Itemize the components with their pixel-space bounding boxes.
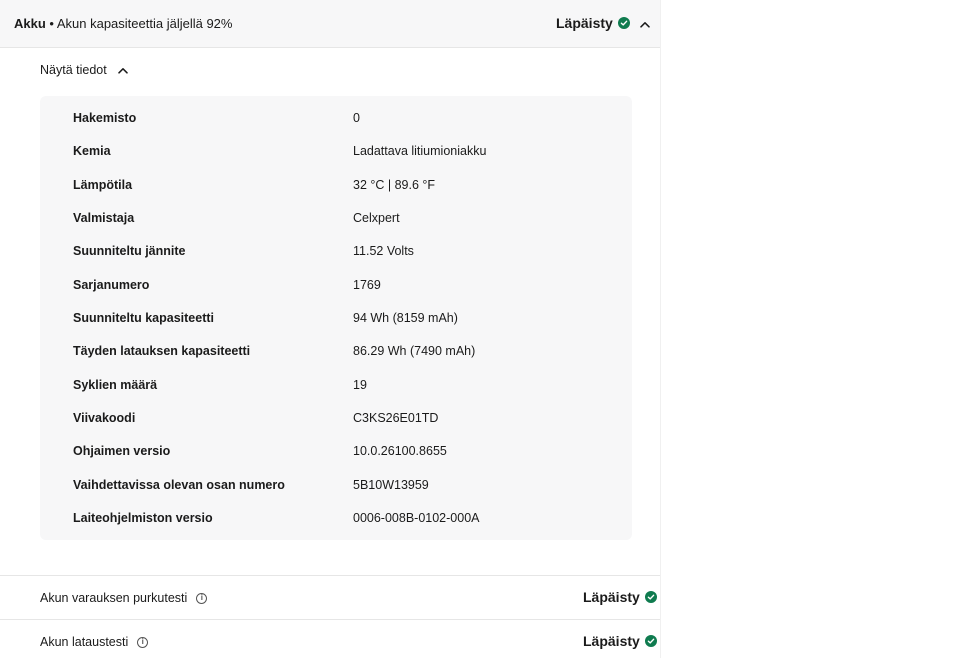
details-key: Kemia	[73, 144, 111, 158]
details-key: Hakemisto	[73, 111, 137, 125]
check-circle-icon	[644, 591, 657, 603]
details-row: Suunniteltu kapasiteetti 94 Wh (8159 mAh…	[40, 308, 632, 328]
details-value: C3KS26E01TD	[353, 411, 439, 425]
section-status-badge: Läpäisty	[556, 15, 630, 31]
details-row: Vaihdettavissa olevan osan numero 5B10W1…	[40, 475, 632, 495]
status-label: Läpäisty	[583, 633, 640, 649]
details-key: Vaihdettavissa olevan osan numero	[73, 478, 285, 492]
details-row: Laiteohjelmiston versio 0006-008B-0102-0…	[40, 508, 632, 528]
details-row: Lämpötila 32 °C | 89.6 °F	[40, 175, 632, 195]
details-row: Kemia Ladattava litiumioniakku	[40, 141, 632, 161]
details-value: 5B10W13959	[353, 478, 429, 492]
test-row-charge[interactable]: Akun lataustesti i Läpäisty	[0, 621, 660, 663]
battery-details-table: Hakemisto 0 Kemia Ladattava litiumioniak…	[40, 96, 632, 540]
test-label: Akun lataustesti i	[40, 635, 149, 649]
details-value: 11.52 Volts	[353, 244, 414, 258]
details-row: Täyden latauksen kapasiteetti 86.29 Wh (…	[40, 341, 632, 361]
details-value: 32 °C | 89.6 °F	[353, 178, 436, 192]
details-key: Lämpötila	[73, 178, 133, 192]
show-details-toggle[interactable]: Näytä tiedot	[40, 63, 129, 77]
details-value: 1769	[353, 278, 381, 292]
info-icon[interactable]: i	[196, 592, 208, 604]
details-key: Laiteohjelmiston versio	[73, 511, 213, 525]
details-row: Syklien määrä 19	[40, 375, 632, 395]
test-name: Akun lataustesti	[40, 635, 129, 649]
check-circle-icon	[644, 635, 657, 647]
section-title-name: Akku	[14, 16, 46, 31]
details-value: 94 Wh (8159 mAh)	[353, 311, 458, 325]
details-value: 10.0.26100.8655	[353, 444, 447, 458]
details-value: Celxpert	[353, 211, 400, 225]
section-title-separator: •	[45, 16, 57, 31]
details-key: Suunniteltu jännite	[73, 244, 186, 258]
status-label: Läpäisty	[583, 589, 640, 605]
details-value: 0006-008B-0102-000A	[353, 511, 480, 525]
test-name: Akun varauksen purkutesti	[40, 591, 188, 605]
details-value: 19	[353, 378, 367, 392]
info-icon[interactable]: i	[137, 636, 149, 648]
chevron-up-icon	[117, 64, 129, 76]
divider	[0, 575, 660, 576]
details-row: Viivakoodi C3KS26E01TD	[40, 408, 632, 428]
details-key: Ohjaimen versio	[73, 444, 171, 458]
section-title-summary: Akun kapasiteettia jäljellä 92%	[56, 16, 233, 31]
section-title: Akku • Akun kapasiteettia jäljellä 92%	[14, 16, 232, 31]
check-circle-icon	[617, 17, 630, 29]
details-key: Suunniteltu kapasiteetti	[73, 311, 214, 325]
status-label: Läpäisty	[556, 15, 613, 31]
battery-section-header[interactable]: Akku • Akun kapasiteettia jäljellä 92% L…	[0, 0, 660, 48]
details-key: Syklien määrä	[73, 378, 158, 392]
show-details-label: Näytä tiedot	[40, 63, 107, 77]
battery-panel: Akku • Akun kapasiteettia jäljellä 92% L…	[0, 0, 661, 658]
test-label: Akun varauksen purkutesti i	[40, 591, 208, 605]
details-value: Ladattava litiumioniakku	[353, 144, 487, 158]
details-key: Valmistaja	[73, 211, 135, 225]
details-row: Sarjanumero 1769	[40, 275, 632, 295]
details-key: Viivakoodi	[73, 411, 136, 425]
divider	[0, 619, 660, 620]
details-row: Suunniteltu jännite 11.52 Volts	[40, 241, 632, 261]
details-row: Hakemisto 0	[40, 108, 632, 128]
test-status-badge: Läpäisty	[583, 633, 657, 649]
test-status-badge: Läpäisty	[583, 589, 657, 605]
details-key: Täyden latauksen kapasiteetti	[73, 344, 251, 358]
details-row: Ohjaimen versio 10.0.26100.8655	[40, 441, 632, 461]
test-row-discharge[interactable]: Akun varauksen purkutesti i Läpäisty	[0, 577, 660, 619]
details-row: Valmistaja Celxpert	[40, 208, 632, 228]
chevron-up-icon[interactable]	[639, 18, 651, 30]
details-value: 86.29 Wh (7490 mAh)	[353, 344, 476, 358]
details-value: 0	[353, 111, 360, 125]
details-key: Sarjanumero	[73, 278, 150, 292]
